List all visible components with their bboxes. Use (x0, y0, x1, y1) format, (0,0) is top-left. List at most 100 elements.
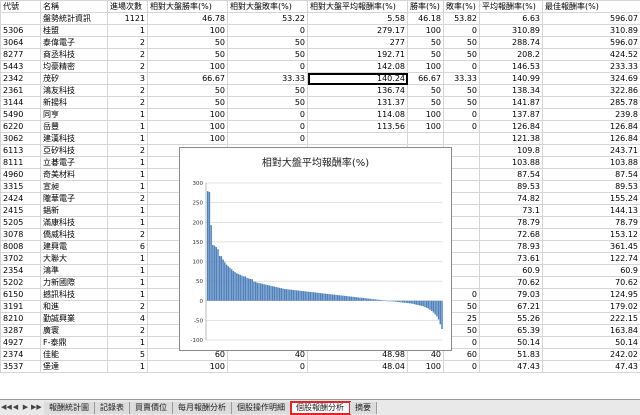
table-cell[interactable]: 277 (308, 37, 408, 49)
table-cell[interactable]: 建漢科技 (41, 133, 108, 145)
table-cell[interactable]: 0 (444, 109, 480, 121)
table-cell[interactable]: 100 (408, 25, 444, 37)
table-cell[interactable]: 5.58 (308, 13, 408, 25)
table-cell[interactable]: 5443 (1, 61, 41, 73)
table-cell[interactable]: 179.02 (543, 301, 640, 313)
prev-sheet-icon[interactable]: ◀ (11, 402, 20, 413)
table-cell[interactable]: 50 (148, 85, 228, 97)
table-cell[interactable]: 0 (228, 133, 308, 145)
table-cell[interactable]: 124.95 (543, 289, 640, 301)
table-cell[interactable]: 50 (408, 85, 444, 97)
table-cell[interactable]: 122.74 (543, 253, 640, 265)
table-cell[interactable]: 50 (444, 49, 480, 61)
table-cell[interactable]: 126.84 (543, 121, 640, 133)
table-cell[interactable]: 46.78 (148, 13, 228, 25)
table-cell[interactable]: 滿康科技 (41, 217, 108, 229)
table-cell[interactable]: 140.99 (480, 73, 543, 85)
table-cell[interactable]: 1 (108, 157, 148, 169)
table-cell[interactable]: 100 (408, 109, 444, 121)
table-cell[interactable]: 153.12 (543, 229, 640, 241)
table-cell[interactable]: 同亨 (41, 109, 108, 121)
table-cell[interactable]: 2 (108, 145, 148, 157)
table-cell[interactable]: 盤勢統計資訊 (41, 13, 108, 25)
table-cell[interactable]: 奇美材料 (41, 169, 108, 181)
table-cell[interactable]: 建興電 (41, 241, 108, 253)
table-cell[interactable]: 138.34 (480, 85, 543, 97)
table-cell[interactable]: 1 (108, 25, 148, 37)
table-cell[interactable]: 1121 (108, 13, 148, 25)
table-cell[interactable]: 隴華電子 (41, 193, 108, 205)
table-cell[interactable]: 131.37 (308, 97, 408, 109)
table-cell[interactable]: 2361 (1, 85, 41, 97)
table-cell[interactable]: 50 (148, 37, 228, 49)
table-cell[interactable]: 50 (148, 49, 228, 61)
sheet-tab[interactable]: 記錄表 (95, 402, 130, 414)
table-cell[interactable]: 0 (228, 109, 308, 121)
sheet-tab[interactable]: 報酬統計圖 (44, 402, 95, 414)
table-cell[interactable]: 50 (444, 97, 480, 109)
table-cell[interactable]: 3315 (1, 181, 41, 193)
table-cell[interactable]: 0 (228, 361, 308, 373)
table-cell[interactable]: 47.43 (480, 361, 543, 373)
return-rate-chart[interactable]: 相對大盤平均報酬率(%) 300250200150100500-50-100 (179, 147, 452, 351)
table-cell[interactable]: 8008 (1, 241, 41, 253)
table-cell[interactable]: 146.53 (480, 61, 543, 73)
table-cell[interactable]: 242.02 (543, 349, 640, 361)
table-cell[interactable]: 1 (108, 181, 148, 193)
sheet-tab[interactable]: 摘要 (350, 402, 377, 414)
table-cell[interactable]: 50.14 (480, 337, 543, 349)
table-cell[interactable]: 596.07 (543, 13, 640, 25)
column-header[interactable]: 名稱 (41, 1, 108, 13)
table-cell[interactable]: 142.08 (308, 61, 408, 73)
table-cell[interactable]: 100 (148, 361, 228, 373)
table-cell[interactable]: 岳豐 (41, 121, 108, 133)
table-cell[interactable]: 60.9 (480, 265, 543, 277)
table-cell[interactable]: 商丞科技 (41, 49, 108, 61)
table-cell[interactable]: 66.67 (408, 73, 444, 85)
table-cell[interactable]: 茂矽 (41, 73, 108, 85)
table-cell[interactable]: 285.78 (543, 97, 640, 109)
table-cell[interactable]: 87.54 (543, 169, 640, 181)
table-cell[interactable]: 2424 (1, 193, 41, 205)
table-cell[interactable]: 0 (444, 121, 480, 133)
table-cell[interactable]: 0 (228, 25, 308, 37)
sheet-tab[interactable]: 每月報酬分析 (173, 402, 232, 414)
table-cell[interactable]: 3144 (1, 97, 41, 109)
table-cell[interactable]: 288.74 (480, 37, 543, 49)
table-cell[interactable]: 78.93 (480, 241, 543, 253)
table-cell[interactable]: 佳能 (41, 349, 108, 361)
table-cell[interactable]: 和進 (41, 301, 108, 313)
table-cell[interactable]: 2342 (1, 73, 41, 85)
table-cell[interactable]: 79.03 (480, 289, 543, 301)
next-sheet-icon[interactable]: ▶ (21, 402, 30, 413)
table-cell[interactable]: 0 (444, 61, 480, 73)
column-header[interactable]: 平均報酬率(%) (480, 1, 543, 13)
table-cell[interactable]: 均豪精密 (41, 61, 108, 73)
table-cell[interactable]: 208.2 (480, 49, 543, 61)
table-cell[interactable]: 2374 (1, 349, 41, 361)
table-cell[interactable]: 50 (228, 49, 308, 61)
table-cell[interactable]: 3537 (1, 361, 41, 373)
table-cell[interactable]: 89.53 (480, 181, 543, 193)
table-cell[interactable]: 0 (444, 25, 480, 37)
table-cell[interactable]: 141.87 (480, 97, 543, 109)
column-header[interactable]: 代號 (1, 1, 41, 13)
table-cell[interactable]: 100 (148, 25, 228, 37)
table-cell[interactable]: 1 (108, 337, 148, 349)
table-cell[interactable]: F-泰鼎 (41, 337, 108, 349)
table-cell[interactable] (408, 133, 444, 145)
table-cell[interactable]: 140.24 (308, 73, 408, 85)
table-cell[interactable]: 100 (408, 121, 444, 133)
table-cell[interactable]: 78.79 (480, 217, 543, 229)
table-cell[interactable]: 錩新 (41, 205, 108, 217)
table-cell[interactable]: 65.39 (480, 325, 543, 337)
table-cell[interactable]: 4927 (1, 337, 41, 349)
table-cell[interactable]: 100 (408, 61, 444, 73)
table-cell[interactable]: 70.62 (480, 277, 543, 289)
table-cell[interactable]: 3062 (1, 133, 41, 145)
table-cell[interactable]: 53.82 (444, 13, 480, 25)
table-cell[interactable]: 3078 (1, 229, 41, 241)
table-cell[interactable]: 8111 (1, 157, 41, 169)
table-cell[interactable]: 4960 (1, 169, 41, 181)
table-cell[interactable]: 114.08 (308, 109, 408, 121)
